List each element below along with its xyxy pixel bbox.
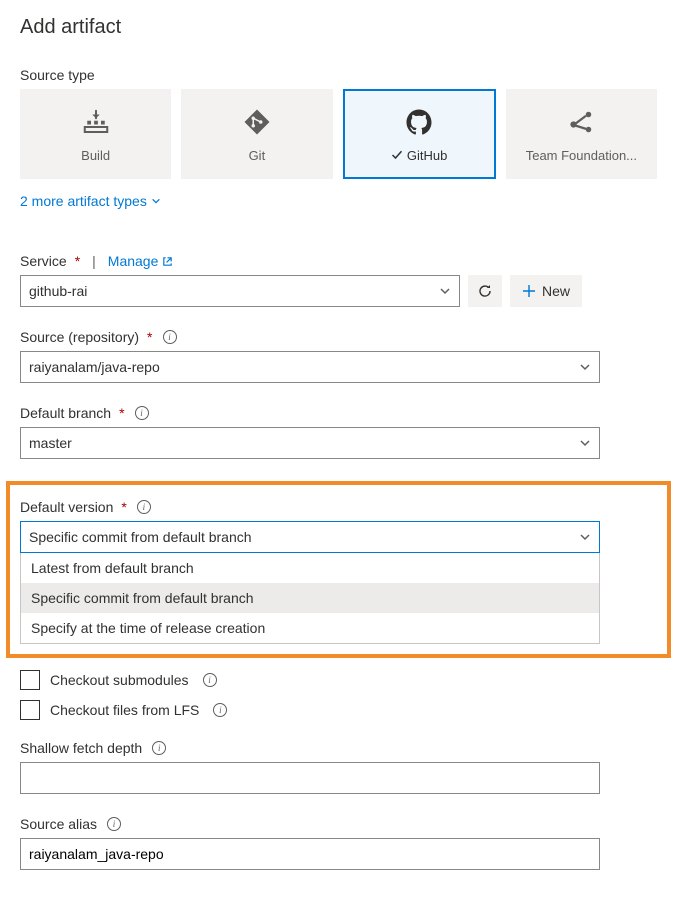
chevron-down-icon bbox=[579, 437, 591, 449]
git-icon bbox=[241, 106, 273, 138]
default-version-select[interactable]: Specific commit from default branch bbox=[20, 521, 600, 553]
repository-label: Source (repository) bbox=[20, 329, 139, 345]
build-icon bbox=[80, 106, 112, 138]
required-marker: * bbox=[121, 499, 126, 515]
checkout-lfs-checkbox[interactable] bbox=[20, 700, 40, 720]
tile-label: Git bbox=[249, 148, 266, 163]
source-type-tiles: Build Git bbox=[20, 89, 657, 179]
dropdown-option[interactable]: Specific commit from default branch bbox=[21, 583, 599, 613]
shallow-fetch-label: Shallow fetch depth bbox=[20, 740, 142, 756]
checkout-lfs-label: Checkout files from LFS bbox=[50, 702, 199, 718]
required-marker: * bbox=[147, 329, 152, 345]
shallow-fetch-input[interactable] bbox=[20, 762, 600, 794]
source-alias-label: Source alias bbox=[20, 816, 97, 832]
source-alias-input[interactable] bbox=[20, 838, 600, 870]
info-icon: i bbox=[137, 500, 151, 514]
tile-git[interactable]: Git bbox=[181, 89, 332, 179]
refresh-icon bbox=[477, 283, 493, 299]
check-icon bbox=[391, 149, 403, 161]
tile-build[interactable]: Build bbox=[20, 89, 171, 179]
dropdown-option[interactable]: Latest from default branch bbox=[21, 553, 599, 583]
info-icon: i bbox=[213, 703, 227, 717]
default-version-label: Default version bbox=[20, 499, 113, 515]
tile-github[interactable]: GitHub bbox=[343, 89, 496, 179]
new-button[interactable]: New bbox=[510, 275, 582, 307]
refresh-button[interactable] bbox=[468, 275, 502, 307]
external-link-icon bbox=[162, 256, 173, 267]
manage-link[interactable]: Manage bbox=[108, 253, 174, 269]
default-branch-select[interactable]: master bbox=[20, 427, 600, 459]
service-select[interactable]: github-rai bbox=[20, 275, 460, 307]
chevron-down-icon bbox=[579, 531, 591, 543]
plus-icon bbox=[522, 284, 536, 298]
checkout-submodules-checkbox[interactable] bbox=[20, 670, 40, 690]
source-type-label: Source type bbox=[20, 67, 657, 83]
github-icon bbox=[403, 106, 435, 138]
info-icon: i bbox=[152, 741, 166, 755]
repository-select[interactable]: raiyanalam/java-repo bbox=[20, 351, 600, 383]
chevron-down-icon bbox=[579, 361, 591, 373]
tile-label: Team Foundation... bbox=[526, 148, 637, 163]
required-marker: * bbox=[75, 253, 80, 269]
required-marker: * bbox=[119, 405, 124, 421]
tile-label: GitHub bbox=[407, 148, 447, 163]
tfvc-icon bbox=[565, 106, 597, 138]
service-label: Service bbox=[20, 253, 67, 269]
page-title: Add artifact bbox=[20, 16, 657, 39]
more-artifact-types-link[interactable]: 2 more artifact types bbox=[20, 193, 161, 209]
tile-label: Build bbox=[81, 148, 110, 163]
default-version-highlight: Default version * i Specific commit from… bbox=[6, 481, 671, 658]
info-icon: i bbox=[107, 817, 121, 831]
info-icon: i bbox=[203, 673, 217, 687]
info-icon: i bbox=[163, 330, 177, 344]
chevron-down-icon bbox=[439, 285, 451, 297]
tile-tfvc[interactable]: Team Foundation... bbox=[506, 89, 657, 179]
dropdown-option[interactable]: Specify at the time of release creation bbox=[21, 613, 599, 643]
default-branch-label: Default branch bbox=[20, 405, 111, 421]
info-icon: i bbox=[135, 406, 149, 420]
chevron-down-icon bbox=[151, 196, 161, 206]
default-version-dropdown: Latest from default branch Specific comm… bbox=[20, 553, 600, 644]
checkout-submodules-label: Checkout submodules bbox=[50, 672, 189, 688]
